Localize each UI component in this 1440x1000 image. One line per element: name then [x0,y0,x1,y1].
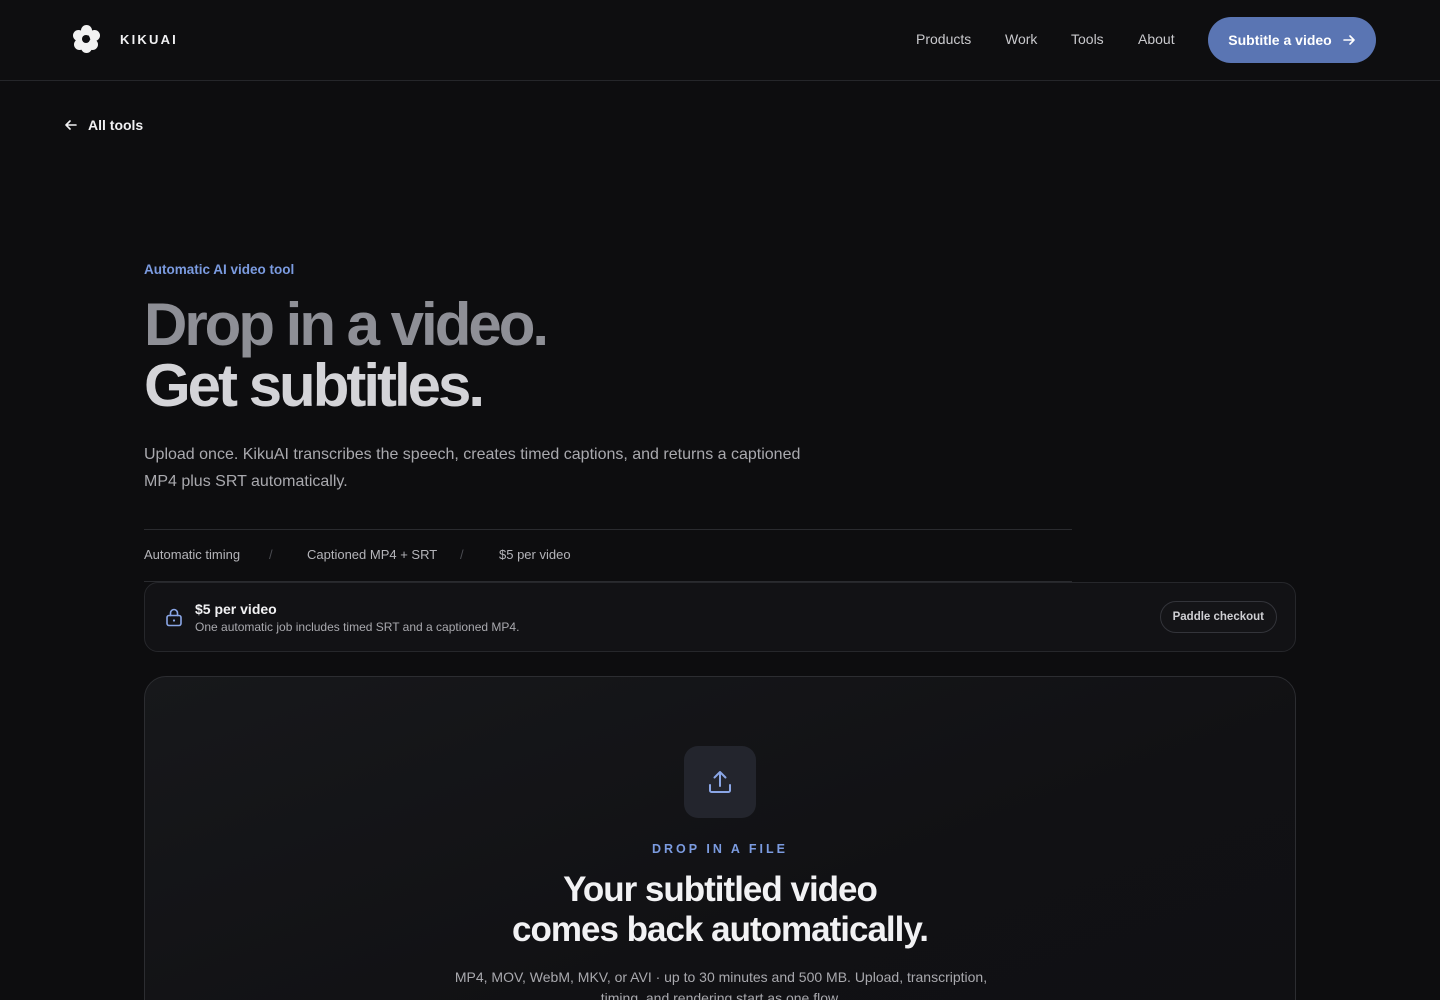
feature-item: Captioned MP4 + SRT [307,547,438,562]
feature-item: Automatic timing [144,547,241,562]
nav-item-work[interactable]: Work [1005,31,1037,47]
price-title: $5 per video [195,601,277,617]
back-to-all-tools-link[interactable]: All tools [64,117,143,133]
nav-item-tools[interactable]: Tools [1071,31,1104,47]
arrow-right-icon [1342,35,1355,45]
back-link-label: All tools [88,117,144,133]
dropzone-title: Your subtitled video comes back automati… [145,870,1295,950]
hero-title-line1: Drop in a video. [144,291,549,358]
lock-icon [166,608,182,627]
hero-title: Drop in a video. Get subtitles. [144,291,549,419]
flower-logo-icon [72,25,100,53]
brand-name: KIKUAI [120,31,178,47]
upload-tile [684,746,756,818]
hero-description: Upload once. KikuAI transcribes the spee… [144,446,801,490]
nav-item-products[interactable]: Products [916,31,971,47]
feature-item: $5 per video [499,547,571,562]
dropzone-title-line2: comes back automatically. [512,910,929,949]
feature-separator: / [460,547,464,562]
brand-logo[interactable]: KIKUAI [72,25,178,53]
dropzone-title-line1: Your subtitled video [563,870,878,909]
site-header: KIKUAI Products Work Tools About Subtitl… [0,0,1440,81]
hero-title-line2: Get subtitles. [144,352,485,419]
nav-item-about[interactable]: About [1138,31,1175,47]
price-subtitle: One automatic job includes timed SRT and… [195,620,520,634]
paddle-checkout-button[interactable]: Paddle checkout [1159,601,1277,633]
pricing-bar: $5 per video One automatic job includes … [144,582,1296,652]
hero-eyebrow: Automatic AI video tool [144,262,295,277]
dropzone-eyebrow: DROP IN A FILE [652,842,788,856]
dropzone-subtitle: MP4, MOV, WebM, MKV, or AVI · up to 30 m… [454,969,988,1000]
divider [144,529,1072,530]
file-drop-zone[interactable]: DROP IN A FILE Your subtitled video come… [144,676,1296,1000]
cta-label: Subtitle a video [1228,32,1332,48]
subtitle-video-button[interactable]: Subtitle a video [1208,17,1376,63]
feature-separator: / [269,547,273,562]
arrow-left-icon [65,120,77,130]
upload-icon [709,771,731,793]
